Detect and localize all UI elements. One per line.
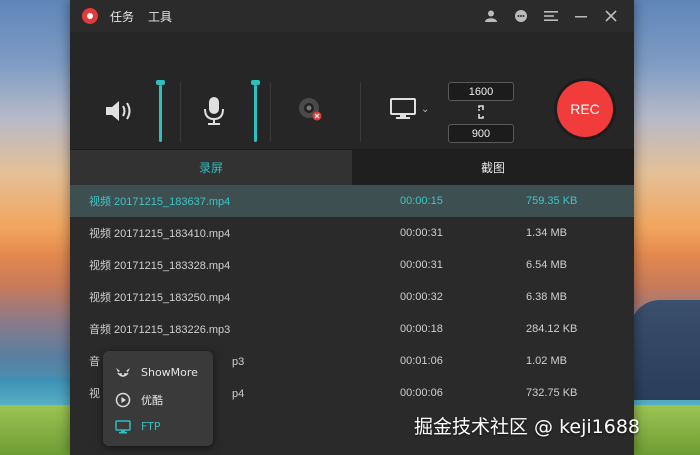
menu-icon[interactable]: [538, 3, 564, 29]
file-duration: 00:00:32: [400, 291, 443, 303]
file-name: 视频 20171215_183637.mp4: [89, 196, 231, 208]
file-duration: 00:01:06: [400, 355, 443, 367]
file-duration: 00:00:31: [400, 259, 443, 271]
app-logo-icon: [82, 8, 98, 24]
watermark-text: 掘金技术社区 @ keji1688: [414, 416, 641, 438]
popup-item-label: FTP: [141, 420, 161, 433]
speaker-volume-fill: [159, 85, 162, 142]
file-duration: 00:00:15: [400, 195, 443, 207]
file-size: 1.34 MB: [526, 227, 567, 239]
mic-volume-knob[interactable]: [251, 80, 260, 85]
file-duration: 00:00:18: [400, 323, 443, 335]
file-name: 视频 20171215_183328.mp4: [89, 260, 231, 272]
control-panel: ⌄ 1600 900 REC ◔ ⋮: [70, 32, 634, 166]
background-cliff: [630, 300, 700, 400]
chat-icon[interactable]: [508, 3, 534, 29]
microphone-icon[interactable]: [200, 94, 228, 128]
chevron-down-icon[interactable]: ⌄: [421, 104, 429, 115]
rec-button[interactable]: REC: [557, 81, 613, 137]
ftp-icon: [115, 419, 131, 435]
close-icon[interactable]: [598, 3, 624, 29]
menu-tools[interactable]: 工具: [148, 8, 172, 25]
menu-task[interactable]: 任务: [110, 8, 134, 25]
file-duration: 00:00:31: [400, 227, 443, 239]
popup-item-showmore[interactable]: ShowMore: [103, 359, 213, 386]
divider: [270, 82, 271, 142]
table-row[interactable]: 视频 20171215_183637.mp4 00:00:15 759.35 K…: [70, 185, 634, 217]
user-icon[interactable]: [478, 3, 504, 29]
file-name: 音频 20171215_183226.mp3: [89, 324, 231, 336]
file-size: 1.02 MB: [526, 355, 567, 367]
file-size: 6.38 MB: [526, 291, 567, 303]
aspect-lock-icon[interactable]: [474, 104, 488, 124]
tab-screen-record[interactable]: 录屏: [70, 150, 352, 185]
tab-screenshot[interactable]: 截图: [352, 150, 634, 185]
speaker-volume-knob[interactable]: [156, 80, 165, 85]
speaker-volume-slider[interactable]: [156, 80, 165, 142]
share-popup-menu: ShowMore 优酷 FTP: [103, 351, 213, 446]
popup-item-ftp[interactable]: FTP: [103, 413, 213, 440]
table-row[interactable]: 视频 20171215_183410.mp4 00:00:31 1.34 MB: [70, 217, 634, 249]
table-row[interactable]: 视频 20171215_183250.mp4 00:00:32 6.38 MB: [70, 281, 634, 313]
table-row[interactable]: 音频 20171215_183226.mp3 00:00:18 284.12 K…: [70, 313, 634, 345]
monitor-icon[interactable]: [388, 96, 418, 122]
resolution-width-field[interactable]: 1600: [448, 82, 514, 101]
mic-volume-slider[interactable]: [251, 80, 260, 142]
mic-volume-fill: [254, 85, 257, 142]
file-name: 视频 20171215_183410.mp4: [89, 228, 231, 240]
speaker-icon[interactable]: [102, 94, 136, 128]
resolution-height-field[interactable]: 900: [448, 124, 514, 143]
file-size: 284.12 KB: [526, 323, 578, 335]
titlebar: 任务 工具: [70, 0, 634, 32]
table-row[interactable]: 视频 20171215_183328.mp4 00:00:31 6.54 MB: [70, 249, 634, 281]
tab-bar: 录屏 截图: [70, 150, 634, 185]
file-duration: 00:00:06: [400, 387, 443, 399]
popup-item-label: ShowMore: [141, 366, 198, 379]
file-size: 732.75 KB: [526, 387, 578, 399]
webcam-icon[interactable]: [295, 94, 325, 124]
file-size: 759.35 KB: [526, 195, 578, 207]
divider: [360, 82, 361, 142]
showmore-icon: [115, 365, 131, 381]
popup-item-label: 优酷: [141, 393, 163, 407]
popup-item-youku[interactable]: 优酷: [103, 386, 213, 413]
divider: [180, 82, 181, 142]
minimize-icon[interactable]: [568, 3, 594, 29]
rec-button-ring: REC: [554, 78, 616, 140]
file-name: 视频 20171215_183250.mp4: [89, 292, 231, 304]
file-size: 6.54 MB: [526, 259, 567, 271]
youku-icon: [115, 392, 131, 408]
